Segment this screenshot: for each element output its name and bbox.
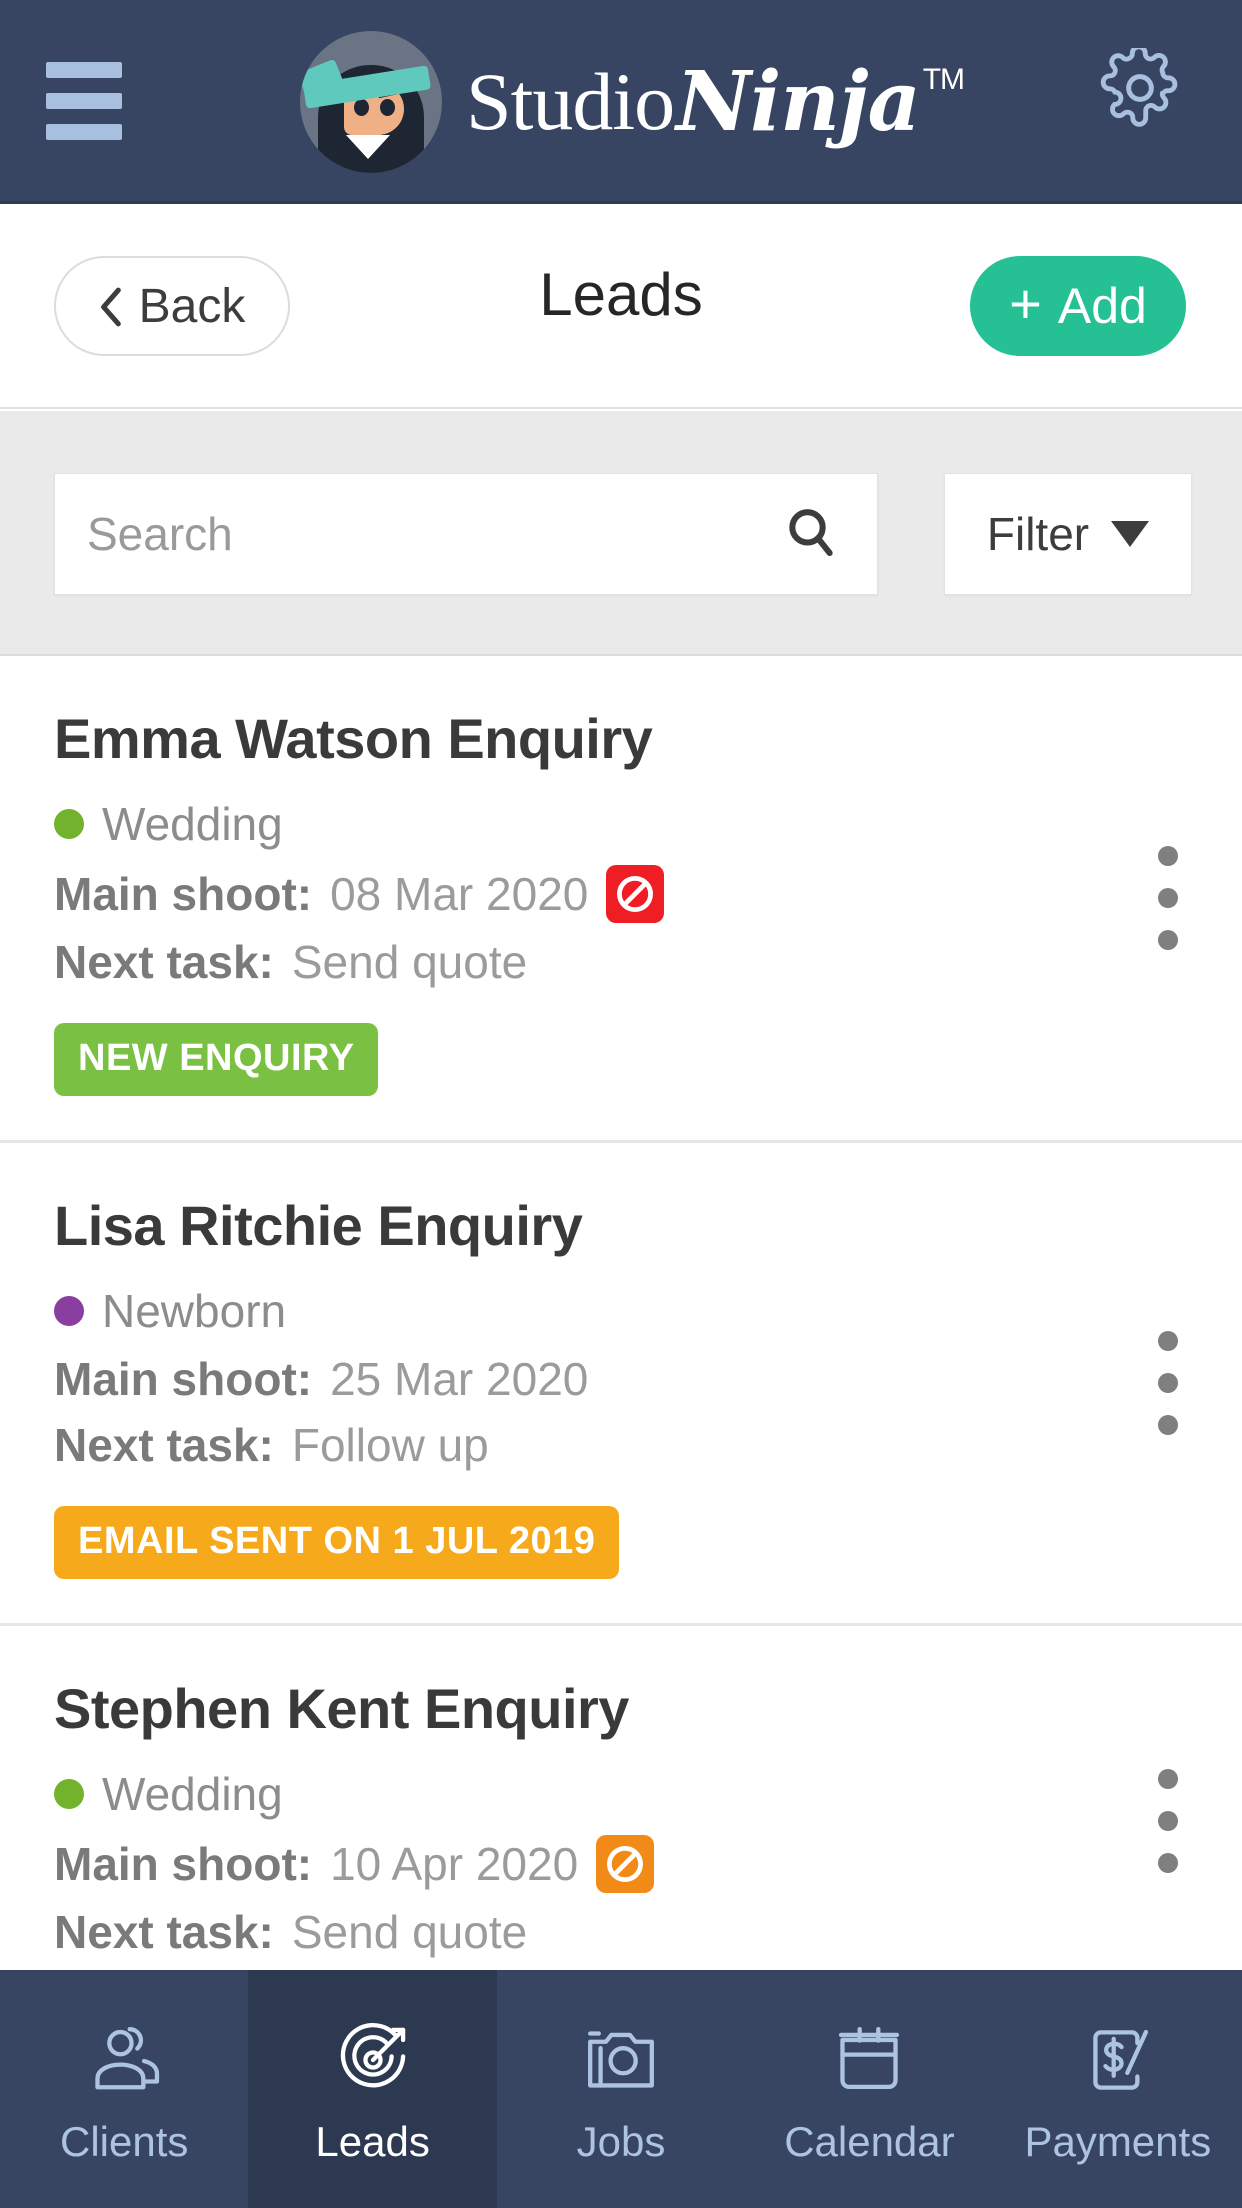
tab-label: Leads <box>315 2118 430 2165</box>
category-dot-icon <box>54 809 84 839</box>
leads-list[interactable]: Emma Watson Enquiry Wedding Main shoot: … <box>0 656 1242 1970</box>
tab-clients[interactable]: Clients <box>0 1970 248 2208</box>
list-item[interactable]: Lisa Ritchie Enquiry Newborn Main shoot:… <box>0 1143 1242 1626</box>
next-task-label: Next task: <box>54 1419 274 1471</box>
tab-jobs[interactable]: Jobs <box>497 1970 745 2208</box>
filter-dropdown[interactable]: Filter <box>944 473 1192 595</box>
lead-category: Wedding <box>54 1767 1188 1821</box>
list-item[interactable]: Emma Watson Enquiry Wedding Main shoot: … <box>0 656 1242 1143</box>
lead-next-task: Next task: Send quote <box>54 935 1188 989</box>
more-options-icon[interactable] <box>1158 1331 1178 1435</box>
next-task-label: Next task: <box>54 1906 274 1958</box>
hamburger-bar <box>46 62 122 78</box>
users-icon <box>81 2012 167 2108</box>
tab-label: Jobs <box>576 2118 666 2165</box>
next-task-value: Send quote <box>291 1906 528 1958</box>
category-dot-icon <box>54 1296 84 1326</box>
status-badge: EMAIL SENT ON 1 JUL 2019 <box>54 1506 620 1579</box>
app-logo: Studio Ninja TM <box>300 24 965 180</box>
category-label: Wedding <box>102 1768 283 1820</box>
lead-main-shoot: Main shoot: 10 Apr 2020 <box>54 1835 1188 1893</box>
tab-leads[interactable]: Leads <box>248 1970 497 2208</box>
lead-next-task: Next task: Send quote <box>54 1905 1188 1959</box>
lead-title: Stephen Kent Enquiry <box>54 1677 629 1740</box>
no-entry-icon <box>596 1835 655 1893</box>
bottom-tab-bar: Clients Leads Jobs Calendar Payments <box>0 1970 1242 2208</box>
brand-trademark-text: TM <box>922 63 965 96</box>
add-button[interactable]: + Add <box>970 256 1186 356</box>
search-field[interactable] <box>54 473 878 595</box>
lead-category: Wedding <box>54 797 1188 851</box>
next-task-value: Send quote <box>291 936 528 988</box>
calendar-icon <box>826 2012 912 2108</box>
app-screen: Studio Ninja TM Back Leads + Add Search … <box>0 0 1242 2208</box>
lead-main-shoot: Main shoot: 25 Mar 2020 <box>54 1352 1188 1406</box>
hamburger-menu-icon[interactable] <box>46 62 122 140</box>
hamburger-bar <box>46 124 122 140</box>
page-navbar: Back Leads + Add <box>0 204 1242 409</box>
tab-label: Calendar <box>784 2118 955 2165</box>
plus-icon: + <box>1009 272 1042 335</box>
lead-title: Lisa Ritchie Enquiry <box>54 1194 583 1257</box>
tab-payments[interactable]: Payments <box>994 1970 1242 2208</box>
lead-category: Newborn <box>54 1284 1188 1338</box>
category-dot-icon <box>54 1779 84 1809</box>
tab-label: Clients <box>60 2118 189 2165</box>
filter-label: Filter <box>986 508 1090 560</box>
gear-icon[interactable] <box>1100 44 1180 128</box>
search-filter-bar: Filter <box>0 411 1242 656</box>
next-task-label: Next task: <box>54 936 274 988</box>
next-task-value: Follow up <box>291 1419 489 1471</box>
more-options-icon[interactable] <box>1158 1768 1178 1873</box>
status-badge: NEW ENQUIRY <box>54 1023 379 1096</box>
list-item[interactable]: Stephen Kent Enquiry Wedding Main shoot:… <box>0 1626 1242 1970</box>
main-shoot-value: 10 Apr 2020 <box>330 1838 579 1890</box>
no-entry-icon <box>606 865 665 923</box>
tab-calendar[interactable]: Calendar <box>745 1970 993 2208</box>
tab-label: Payments <box>1024 2118 1212 2165</box>
app-header: Studio Ninja TM <box>0 0 1242 204</box>
lead-title: Emma Watson Enquiry <box>54 707 653 770</box>
main-shoot-value: 08 Mar 2020 <box>330 868 589 920</box>
search-input[interactable] <box>55 474 783 594</box>
category-label: Wedding <box>102 798 283 850</box>
lead-main-shoot: Main shoot: 08 Mar 2020 <box>54 865 1188 923</box>
brand-ninja-text: Ninja <box>676 54 921 150</box>
ninja-avatar-icon <box>300 31 442 173</box>
more-options-icon[interactable] <box>1158 846 1178 950</box>
dollar-receipt-icon <box>1075 2012 1161 2108</box>
category-label: Newborn <box>102 1285 287 1337</box>
hamburger-bar <box>46 93 122 109</box>
add-button-label: Add <box>1057 278 1147 334</box>
main-shoot-label: Main shoot: <box>54 868 313 920</box>
camera-icon <box>578 2012 664 2108</box>
main-shoot-value: 25 Mar 2020 <box>330 1353 589 1405</box>
search-icon[interactable] <box>783 504 839 565</box>
main-shoot-label: Main shoot: <box>54 1838 313 1890</box>
target-icon <box>330 2012 416 2108</box>
chevron-down-icon <box>1111 521 1150 547</box>
main-shoot-label: Main shoot: <box>54 1353 313 1405</box>
lead-next-task: Next task: Follow up <box>54 1418 1188 1472</box>
brand-studio-text: Studio <box>466 56 675 147</box>
